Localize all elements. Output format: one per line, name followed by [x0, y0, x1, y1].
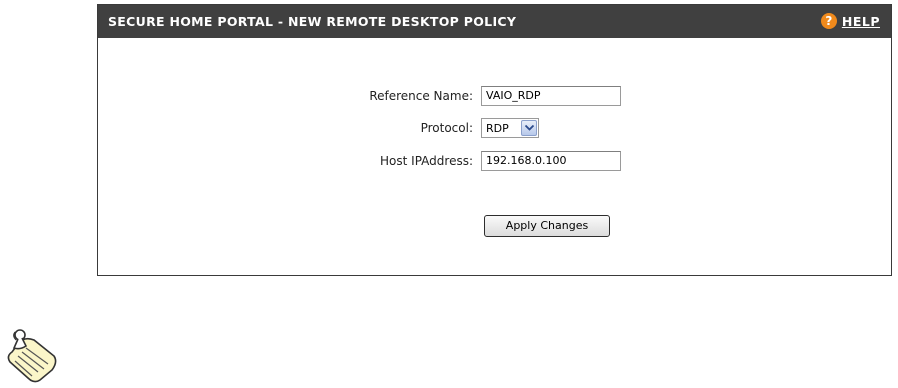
apply-changes-button[interactable]: Apply Changes — [484, 215, 610, 237]
help-icon[interactable]: ? — [820, 13, 837, 29]
host-ip-input[interactable]: 192.168.0.100 — [481, 151, 621, 171]
help-link[interactable]: ? HELP — [820, 13, 880, 29]
panel-header: SECURE HOME PORTAL - NEW REMOTE DESKTOP … — [98, 5, 891, 38]
policy-panel: SECURE HOME PORTAL - NEW REMOTE DESKTOP … — [97, 4, 892, 276]
note-icon — [4, 326, 60, 384]
protocol-select[interactable]: RDP — [481, 118, 539, 138]
host-ip-label: Host IPAddress: — [380, 154, 473, 168]
page-title: SECURE HOME PORTAL - NEW REMOTE DESKTOP … — [108, 14, 517, 29]
protocol-label: Protocol: — [420, 121, 473, 135]
help-label[interactable]: HELP — [842, 14, 880, 29]
reference-name-label: Reference Name: — [369, 89, 473, 103]
reference-name-row: Reference Name: VAIO_RDP — [98, 85, 891, 107]
chevron-down-icon[interactable] — [521, 120, 537, 136]
reference-name-input[interactable]: VAIO_RDP — [481, 86, 621, 106]
protocol-selected-value: RDP — [486, 121, 509, 135]
protocol-row: Protocol: RDP — [98, 117, 891, 139]
host-ip-row: Host IPAddress: 192.168.0.100 — [98, 150, 891, 172]
